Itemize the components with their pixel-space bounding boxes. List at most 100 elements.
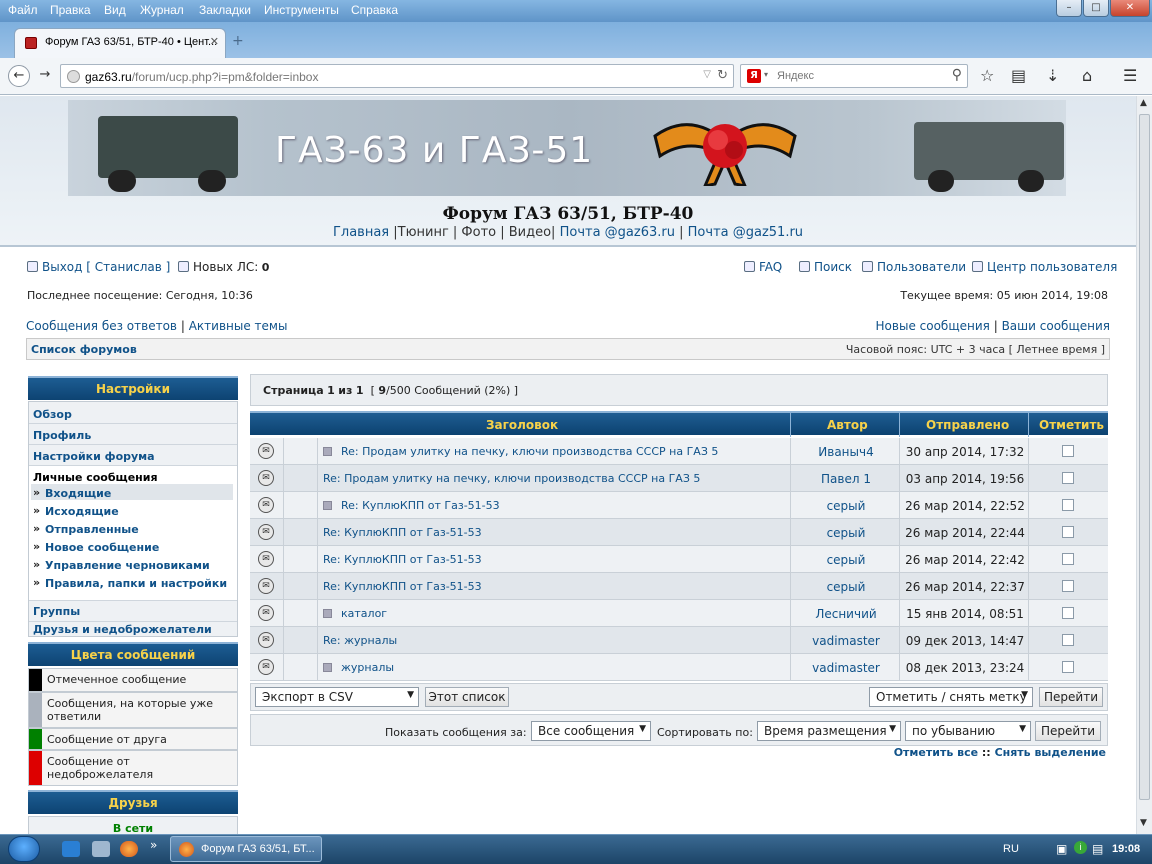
menu-tools[interactable]: Инструменты xyxy=(264,3,339,17)
faq-text[interactable]: FAQ xyxy=(759,260,782,274)
message-subject-link[interactable]: журналы xyxy=(341,661,394,674)
message-checkbox[interactable] xyxy=(1062,526,1074,538)
reload-icon[interactable]: ↻ xyxy=(717,68,728,83)
scroll-thumb[interactable] xyxy=(1139,114,1150,800)
menu-icon[interactable]: ☰ xyxy=(1123,66,1137,85)
active-topics-link[interactable]: Активные темы xyxy=(189,319,288,333)
yandex-icon[interactable]: Я xyxy=(747,69,761,83)
link-mail-gaz51[interactable]: Почта @gaz51.ru xyxy=(688,225,803,240)
message-subject-link[interactable]: Re: КуплюКПП от Газ-51-53 xyxy=(341,499,500,512)
filter-go-button[interactable]: Перейти xyxy=(1035,721,1101,741)
message-subject-link[interactable]: Re: КуплюКПП от Газ-51-53 xyxy=(323,580,482,593)
sidebar-item-groups[interactable]: Группы xyxy=(33,605,80,618)
message-author-link[interactable]: Павел 1 xyxy=(792,472,900,486)
link-mail-gaz63[interactable]: Почта @gaz63.ru xyxy=(560,225,675,240)
more-icon[interactable]: » xyxy=(150,838,157,852)
message-author-link[interactable]: серый xyxy=(792,526,900,540)
close-window-button[interactable]: ✕ xyxy=(1110,0,1150,17)
page-scrollbar[interactable]: ▲ ▼ xyxy=(1136,96,1152,834)
message-checkbox[interactable] xyxy=(1062,607,1074,619)
new-pm-indicator[interactable]: Новых ЛС: 0 xyxy=(178,260,269,274)
menu-file[interactable]: Файл xyxy=(8,3,38,17)
message-checkbox[interactable] xyxy=(1062,580,1074,592)
sidebar-item-sent[interactable]: Отправленные xyxy=(45,523,139,536)
menu-view[interactable]: Вид xyxy=(104,3,126,17)
bookmark-star-icon[interactable]: ☆ xyxy=(980,66,994,85)
search-bar[interactable]: Я ▾ Яндекс ⚲ xyxy=(740,64,968,88)
sidebar-item-pm-options[interactable]: Правила, папки и настройки xyxy=(45,577,227,590)
sidebar-item-board-prefs[interactable]: Настройки форума xyxy=(33,450,155,463)
message-subject-link[interactable]: Re: КуплюКПП от Газ-51-53 xyxy=(323,553,482,566)
message-checkbox[interactable] xyxy=(1062,634,1074,646)
forward-button[interactable]: → xyxy=(34,65,56,87)
desktop-icon[interactable] xyxy=(92,841,110,857)
lang-indicator[interactable]: RU xyxy=(1003,843,1019,855)
ie-icon[interactable] xyxy=(62,841,80,857)
col-subject[interactable]: Заголовок xyxy=(486,418,558,432)
url-bar[interactable]: gaz63.ru/forum/ucp.php?i=pm&folder=inbox… xyxy=(60,64,734,88)
message-subject-link[interactable]: Re: КуплюКПП от Газ-51-53 xyxy=(323,526,482,539)
search-input[interactable]: Яндекс xyxy=(777,70,814,82)
search-icon[interactable]: ⚲ xyxy=(952,67,962,83)
table-row[interactable]: ✉ каталог Лесничий 15 янв 2014, 08:51 xyxy=(250,600,1108,627)
forum-index-link[interactable]: Список форумов xyxy=(31,343,137,356)
table-row[interactable]: ✉ Re: журналы vadimaster 09 дек 2013, 14:47 xyxy=(250,627,1108,654)
message-author-link[interactable]: серый xyxy=(792,553,900,567)
search-text[interactable]: Поиск xyxy=(814,260,852,274)
network-icon[interactable]: ▤ xyxy=(1092,842,1103,856)
new-posts-link[interactable]: Новые сообщения xyxy=(876,319,990,333)
menu-edit[interactable]: Правка xyxy=(50,3,91,17)
members-link[interactable]: Пользователи xyxy=(862,260,966,274)
search-link[interactable]: Поиск xyxy=(799,260,852,274)
scroll-down-icon[interactable]: ▼ xyxy=(1140,818,1147,828)
back-button[interactable]: ← xyxy=(8,65,30,87)
message-checkbox[interactable] xyxy=(1062,499,1074,511)
taskbar-app-firefox[interactable]: Форум ГАЗ 63/51, БТ... xyxy=(170,836,322,862)
message-author-link[interactable]: серый xyxy=(792,580,900,594)
message-author-link[interactable]: vadimaster xyxy=(792,634,900,648)
message-subject-link[interactable]: Re: Продам улитку на печку, ключи произв… xyxy=(323,472,700,485)
members-text[interactable]: Пользователи xyxy=(877,260,966,274)
start-button[interactable] xyxy=(8,836,40,862)
message-subject-link[interactable]: Re: журналы xyxy=(323,634,397,647)
message-author-link[interactable]: vadimaster xyxy=(792,661,900,675)
sidebar-item-outbox[interactable]: Исходящие xyxy=(45,505,119,518)
sidebar-item-inbox[interactable]: Входящие xyxy=(45,487,111,500)
menu-help[interactable]: Справка xyxy=(351,3,398,17)
col-author[interactable]: Автор xyxy=(827,418,868,432)
sidebar-item-compose[interactable]: Новое сообщение xyxy=(45,541,159,554)
logout-link[interactable]: Выход [ Станислав ] xyxy=(27,260,170,274)
your-posts-link[interactable]: Ваши сообщения xyxy=(1002,319,1110,333)
engine-dropdown-icon[interactable]: ▾ xyxy=(764,70,768,79)
tray-icon[interactable]: ▣ xyxy=(1056,842,1067,856)
table-row[interactable]: ✉ Re: КуплюКПП от Газ-51-53 серый 26 мар 20… xyxy=(250,546,1108,573)
faq-link[interactable]: FAQ xyxy=(744,260,782,274)
unmark-all-link[interactable]: Снять выделение xyxy=(995,746,1106,759)
table-row[interactable]: ✉ Re: КуплюКПП от Газ-51-53 серый 26 мар 20… xyxy=(250,573,1108,600)
menu-bookmarks[interactable]: Закладки xyxy=(199,3,251,17)
downloads-icon[interactable]: ⇣ xyxy=(1046,66,1059,85)
table-row[interactable]: ✉ Re: КуплюКПП от Газ-51-53 серый 26 мар 20… xyxy=(250,492,1108,519)
menu-history[interactable]: Журнал xyxy=(140,3,184,17)
new-tab-button[interactable]: + xyxy=(232,33,244,49)
firefox-icon[interactable] xyxy=(120,841,138,857)
mark-select[interactable]: Отметить / снять метку ▼ xyxy=(869,687,1033,707)
table-row[interactable]: ✉ Re: Продам улитку на печку, ключи произ… xyxy=(250,438,1108,465)
message-checkbox[interactable] xyxy=(1062,553,1074,565)
sidebar-item-overview[interactable]: Обзор xyxy=(33,408,72,421)
ucp-link[interactable]: Центр пользователя xyxy=(972,260,1117,274)
unanswered-link[interactable]: Сообщения без ответов xyxy=(26,319,177,333)
col-sent[interactable]: Отправлено xyxy=(926,418,1009,432)
link-home[interactable]: Главная xyxy=(333,225,389,240)
sidebar-item-profile[interactable]: Профиль xyxy=(33,429,91,442)
go-button[interactable]: Перейти xyxy=(1039,687,1103,707)
sidebar-item-friends-foes[interactable]: Друзья и недоброжелатели xyxy=(33,623,212,636)
message-author-link[interactable]: Лесничий xyxy=(792,607,900,621)
sort-select[interactable]: Время размещения ▼ xyxy=(757,721,901,741)
message-checkbox[interactable] xyxy=(1062,661,1074,673)
show-select[interactable]: Все сообщения ▼ xyxy=(531,721,651,741)
ucp-text[interactable]: Центр пользователя xyxy=(987,260,1117,274)
sidebar-item-drafts[interactable]: Управление черновиками xyxy=(45,559,210,572)
minimize-button[interactable]: – xyxy=(1056,0,1082,17)
order-select[interactable]: по убыванию ▼ xyxy=(905,721,1031,741)
